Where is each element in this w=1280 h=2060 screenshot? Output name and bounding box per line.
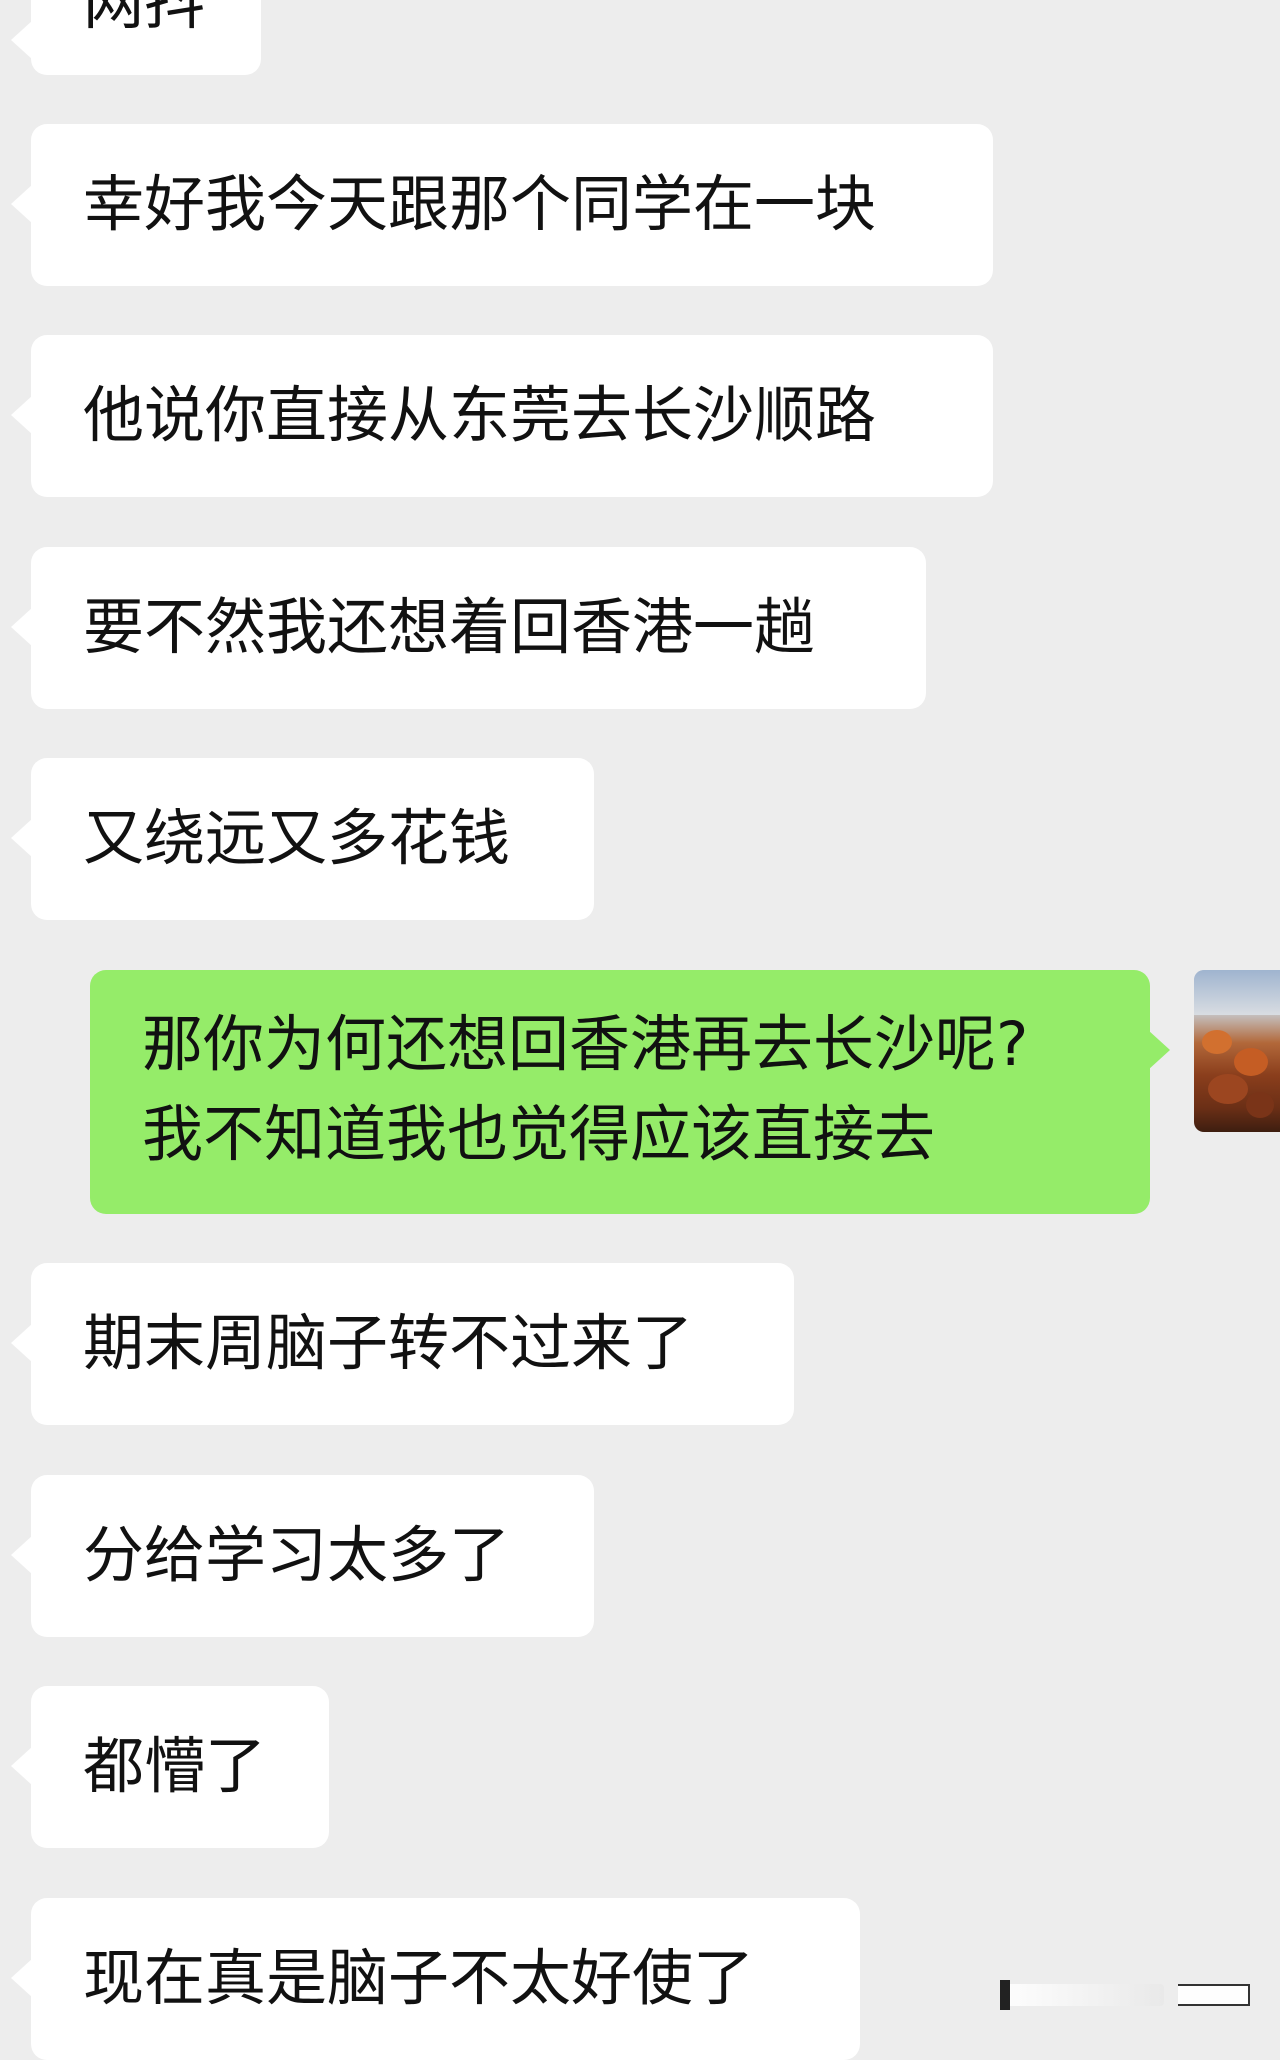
message-text: 又绕远又多花钱 — [83, 803, 511, 874]
message-text-line-2: 我不知道我也觉得应该直接去 — [142, 1099, 936, 1170]
message-text-line-1: 那你为何还想回香港再去长沙呢? — [142, 1009, 1029, 1080]
message-text: 期末周脑子转不过来了 — [83, 1308, 694, 1379]
message-bubble-incoming[interactable]: 网抖 — [11, 0, 261, 75]
avatar-detail — [1246, 1092, 1274, 1118]
message-text: 都懵了 — [83, 1731, 267, 1802]
message-bubble-incoming[interactable]: 现在真是脑子不太好使了 — [11, 1898, 860, 2060]
message-bubble-incoming[interactable]: 又绕远又多花钱 — [11, 758, 594, 920]
avatar-detail — [1234, 1048, 1268, 1076]
message-bubble-incoming[interactable]: 幸好我今天跟那个同学在一块 — [11, 124, 993, 286]
message-bubble-incoming[interactable]: 分给学习太多了 — [11, 1475, 594, 1637]
chat-message-list[interactable]: 网抖 幸好我今天跟那个同学在一块 他说你直接从东莞去长沙顺路 要不然我还想着回香… — [0, 0, 1280, 2060]
watermark-graphic — [918, 1978, 1252, 2012]
avatar-detail — [1208, 1074, 1248, 1104]
message-bubble-incoming[interactable]: 要不然我还想着回香港一趟 — [11, 547, 926, 709]
message-bubble-outgoing[interactable]: 那你为何还想回香港再去长沙呢? 我不知道我也觉得应该直接去 — [90, 970, 1170, 1214]
message-text: 现在真是脑子不太好使了 — [83, 1943, 755, 2014]
user-avatar[interactable] — [1194, 970, 1280, 1132]
message-bubble-incoming[interactable]: 他说你直接从东莞去长沙顺路 — [11, 335, 993, 497]
message-text: 幸好我今天跟那个同学在一块 — [83, 169, 877, 240]
message-text: 他说你直接从东莞去长沙顺路 — [83, 380, 877, 451]
avatar-detail — [1202, 1030, 1232, 1054]
message-bubble-incoming[interactable]: 都懵了 — [11, 1686, 329, 1848]
message-bubble-incoming[interactable]: 期末周脑子转不过来了 — [11, 1263, 794, 1425]
watermark-bar-end — [1178, 1984, 1250, 2006]
message-text: 分给学习太多了 — [83, 1520, 511, 1591]
message-text: 要不然我还想着回香港一趟 — [83, 592, 816, 663]
watermark-mark — [1000, 1980, 1010, 2010]
watermark-bar — [1000, 1984, 1164, 2006]
avatar-sky — [1194, 970, 1280, 1015]
message-text: 网抖 — [83, 0, 206, 38]
